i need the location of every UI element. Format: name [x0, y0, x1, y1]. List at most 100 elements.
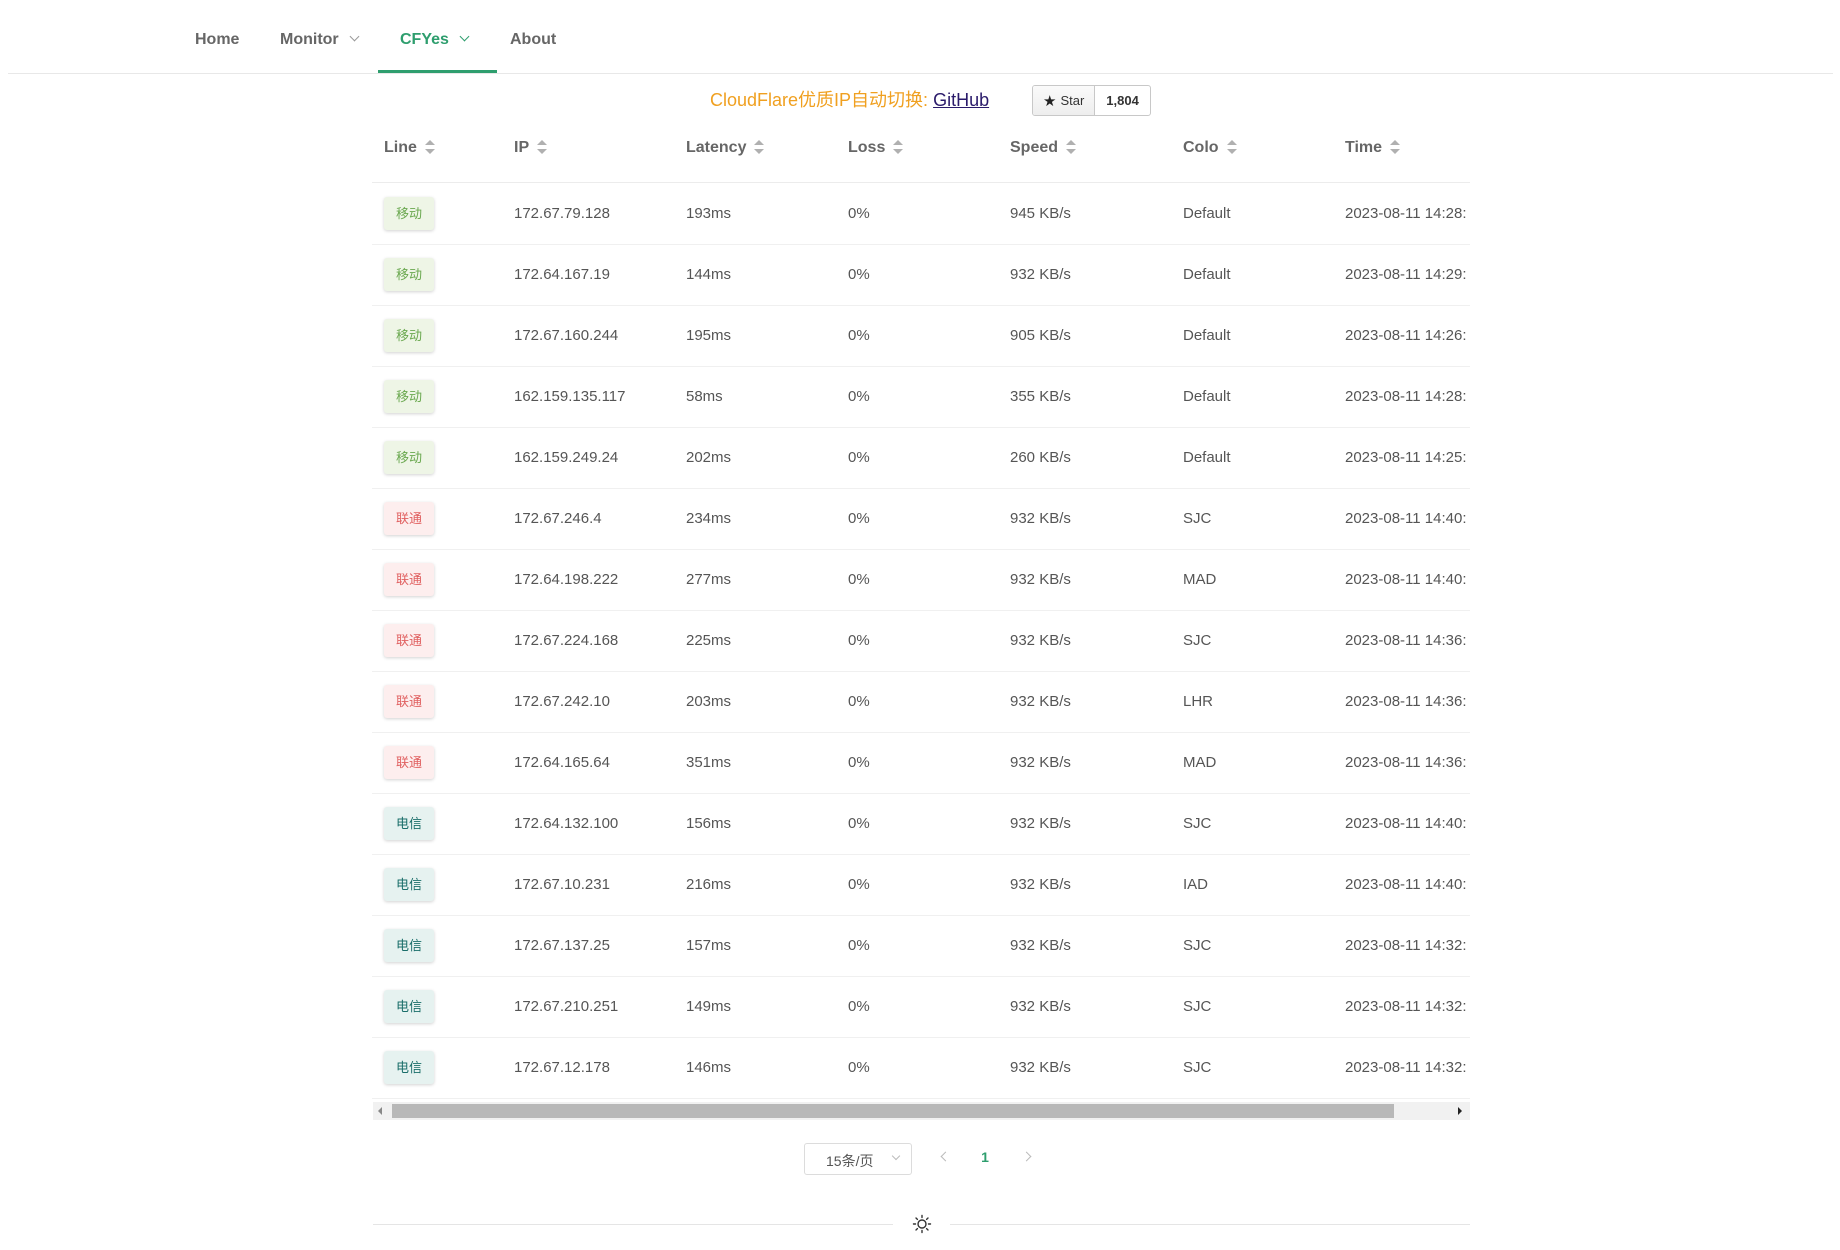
column-header-loss[interactable]: Loss [848, 138, 904, 157]
ip-cell: 172.67.224.168 [514, 632, 619, 649]
colo-cell: MAD [1183, 754, 1217, 771]
star-label: Star [1060, 93, 1085, 108]
ip-cell: 172.67.137.25 [514, 937, 610, 954]
loss-cell: 0% [848, 754, 870, 771]
table-row: 移动 162.159.135.117 58ms 0% 355 KB/s Defa… [372, 366, 1470, 428]
column-header-time[interactable]: Time [1345, 138, 1401, 157]
colo-cell: Default [1183, 266, 1231, 283]
page-size-select[interactable]: 15条/页 [804, 1143, 912, 1175]
latency-cell: 149ms [686, 998, 732, 1015]
scrollbar-thumb[interactable] [392, 1104, 1394, 1118]
ip-cell: 172.67.10.231 [514, 876, 610, 893]
column-header-label: Time [1345, 139, 1383, 156]
ip-cell: 172.67.246.4 [514, 510, 602, 527]
colo-cell: SJC [1183, 1059, 1212, 1076]
loss-cell: 0% [848, 937, 870, 954]
colo-cell: MAD [1183, 571, 1217, 588]
table-row: 联通 172.64.165.64 351ms 0% 932 KB/s MAD 2… [372, 732, 1470, 794]
time-cell: 2023-08-11 14:25: [1345, 449, 1467, 466]
colo-cell: SJC [1183, 510, 1212, 527]
time-cell: 2023-08-11 14:40: [1345, 571, 1467, 588]
column-header-label: Latency [686, 139, 747, 156]
speed-cell: 932 KB/s [1010, 693, 1071, 710]
colo-cell: SJC [1183, 815, 1212, 832]
github-link[interactable]: GitHub [933, 90, 989, 110]
speed-cell: 932 KB/s [1010, 876, 1071, 893]
loss-cell: 0% [848, 571, 870, 588]
sort-icon [424, 140, 435, 154]
nav-item-cfyes[interactable]: CFYes [400, 0, 470, 72]
line-tag: 移动 [384, 319, 434, 352]
column-header-speed[interactable]: Speed [1010, 138, 1077, 157]
speed-cell: 932 KB/s [1010, 510, 1071, 527]
ip-cell: 172.67.242.10 [514, 693, 610, 710]
nav-item-label: Monitor [280, 31, 339, 48]
speed-cell: 905 KB/s [1010, 327, 1071, 344]
time-cell: 2023-08-11 14:32: [1345, 937, 1467, 954]
table-header: Line IP Latency Loss Speed Colo Time [372, 120, 1470, 183]
colo-cell: SJC [1183, 998, 1212, 1015]
line-tag: 移动 [384, 441, 434, 474]
line-tag: 联通 [384, 563, 434, 596]
footer-divider [373, 1224, 893, 1225]
speed-cell: 932 KB/s [1010, 1059, 1071, 1076]
loss-cell: 0% [848, 632, 870, 649]
loss-cell: 0% [848, 510, 870, 527]
time-cell: 2023-08-11 14:26: [1345, 327, 1467, 344]
line-tag: 联通 [384, 746, 434, 779]
line-tag: 移动 [384, 197, 434, 230]
line-tag: 联通 [384, 685, 434, 718]
ip-cell: 172.67.79.128 [514, 205, 610, 222]
scroll-left-arrow-icon[interactable] [378, 1107, 382, 1115]
sort-icon [1066, 140, 1077, 154]
table-row: 移动 172.67.79.128 193ms 0% 945 KB/s Defau… [372, 183, 1470, 245]
table-row: 联通 172.67.246.4 234ms 0% 932 KB/s SJC 20… [372, 488, 1470, 550]
table-row: 电信 172.67.10.231 216ms 0% 932 KB/s IAD 2… [372, 854, 1470, 916]
colo-cell: SJC [1183, 937, 1212, 954]
horizontal-scrollbar[interactable] [373, 1102, 1470, 1120]
page-size-value: 15条/页 [826, 1153, 874, 1169]
line-tag: 联通 [384, 624, 434, 657]
ip-cell: 172.64.198.222 [514, 571, 619, 588]
ip-table: Line IP Latency Loss Speed Colo Time 移动 … [372, 120, 1470, 1120]
line-tag: 电信 [384, 929, 434, 962]
colo-cell: SJC [1183, 632, 1212, 649]
nav-item-monitor[interactable]: Monitor [280, 0, 360, 72]
nav-item-about[interactable]: About [510, 0, 556, 72]
column-header-label: Loss [848, 139, 886, 156]
speed-cell: 355 KB/s [1010, 388, 1071, 405]
colo-cell: Default [1183, 205, 1231, 222]
speed-cell: 932 KB/s [1010, 815, 1071, 832]
latency-cell: 146ms [686, 1059, 732, 1076]
next-page-icon[interactable] [1021, 1151, 1032, 1162]
loss-cell: 0% [848, 876, 870, 893]
sort-icon [537, 140, 548, 154]
ip-cell: 162.159.249.24 [514, 449, 619, 466]
ip-cell: 172.67.160.244 [514, 327, 619, 344]
line-tag: 移动 [384, 380, 434, 413]
sort-icon [1226, 140, 1237, 154]
line-tag: 电信 [384, 868, 434, 901]
prev-page-icon[interactable] [940, 1151, 951, 1162]
line-tag: 移动 [384, 258, 434, 291]
latency-cell: 156ms [686, 815, 732, 832]
speed-cell: 932 KB/s [1010, 632, 1071, 649]
colo-cell: Default [1183, 327, 1231, 344]
latency-cell: 234ms [686, 510, 732, 527]
column-header-line[interactable]: Line [384, 138, 435, 157]
page-number[interactable]: 1 [975, 1149, 995, 1165]
column-header-ip[interactable]: IP [514, 138, 548, 157]
scroll-right-arrow-icon[interactable] [1458, 1107, 1462, 1115]
speed-cell: 932 KB/s [1010, 266, 1071, 283]
github-star-button[interactable]: ★ Star [1033, 86, 1096, 115]
table-row: 联通 172.67.224.168 225ms 0% 932 KB/s SJC … [372, 610, 1470, 672]
sort-icon [754, 140, 765, 154]
nav-item-home[interactable]: Home [195, 0, 239, 72]
column-header-colo[interactable]: Colo [1183, 138, 1237, 157]
sun-icon[interactable] [912, 1214, 932, 1234]
line-tag: 电信 [384, 1051, 434, 1084]
column-header-latency[interactable]: Latency [686, 138, 765, 157]
github-star-widget: ★ Star 1,804 [1032, 85, 1151, 116]
star-count[interactable]: 1,804 [1095, 86, 1150, 115]
ip-cell: 172.67.12.178 [514, 1059, 610, 1076]
